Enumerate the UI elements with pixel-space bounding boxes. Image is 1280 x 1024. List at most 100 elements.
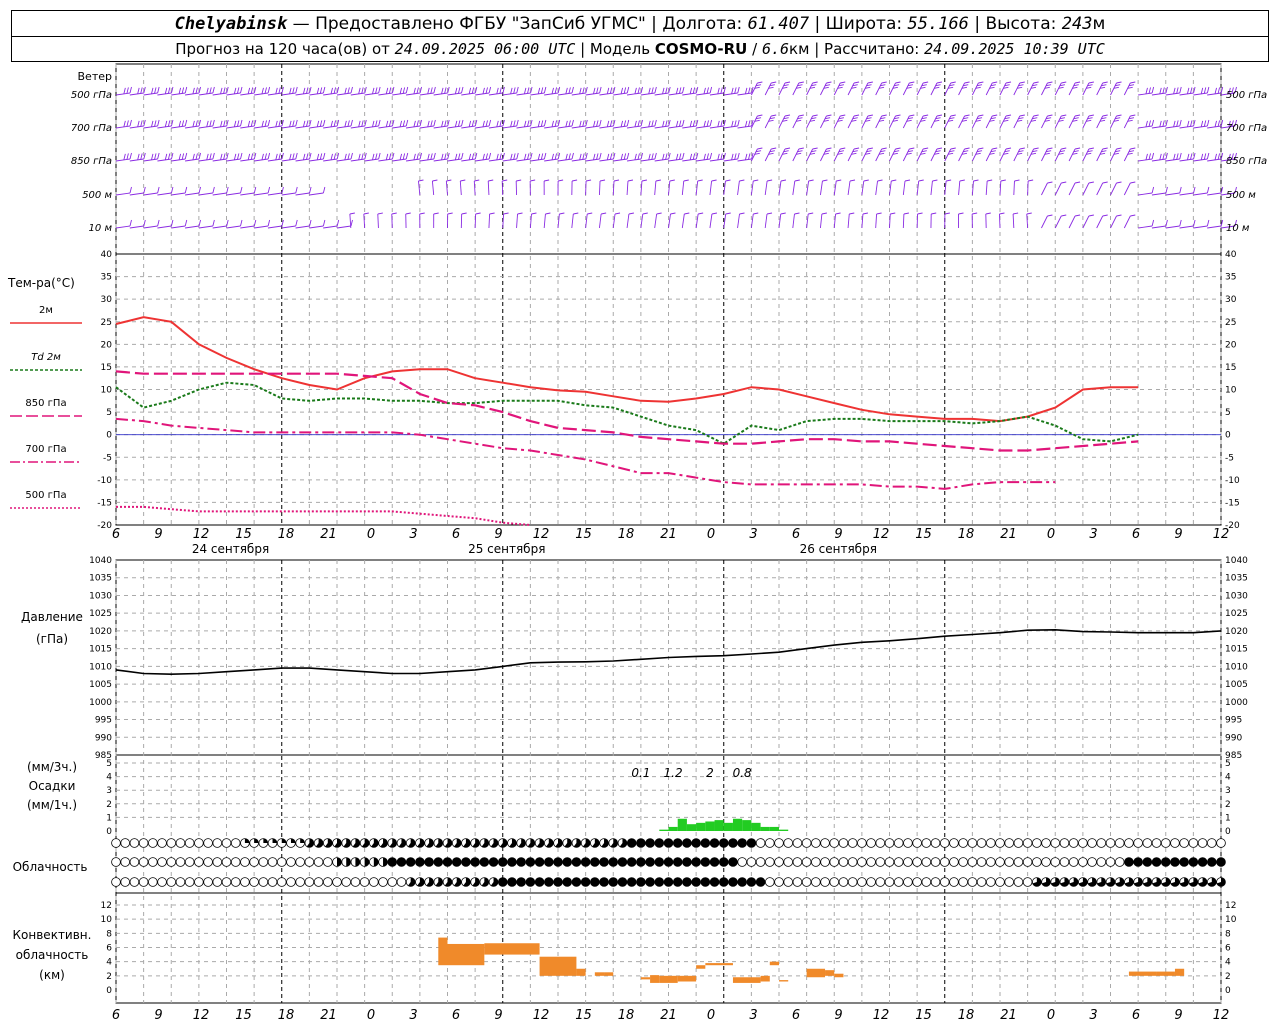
- wind-barb-feather: [233, 120, 237, 127]
- wind-barb-shaft: [475, 158, 490, 162]
- wind-barb-shaft: [1110, 82, 1117, 96]
- cloud-circle: [461, 857, 471, 867]
- wind-barb-shaft: [599, 158, 614, 162]
- wind-barb-feather: [978, 147, 984, 150]
- wind-barb-feather: [129, 186, 132, 194]
- wind-barb-feather: [527, 87, 530, 94]
- pressure-unit: (гПа): [36, 632, 68, 646]
- convective-bar: [594, 972, 605, 976]
- wind-barb-shaft: [958, 148, 965, 162]
- wind-barb-shaft: [792, 82, 800, 96]
- wind-barb-feather: [375, 120, 378, 127]
- wind-barb-shaft: [930, 115, 938, 129]
- wind-barb-feather: [247, 120, 251, 127]
- wind-barb-feather: [614, 212, 621, 215]
- cloud-circle: [746, 877, 757, 887]
- pressure-tick-left: 1020: [89, 627, 112, 637]
- wind-barb-shaft: [1151, 225, 1167, 229]
- cloud-circle: [203, 877, 213, 887]
- cloud-circle: [258, 877, 269, 887]
- wind-barb-feather: [1088, 214, 1094, 217]
- wind-barb-shaft: [129, 225, 144, 229]
- cloud-circle: [1188, 838, 1199, 848]
- wind-barb-feather: [223, 120, 226, 127]
- cloud-circle: [111, 857, 121, 867]
- cloud-circle: [967, 838, 978, 848]
- wind-barb-feather: [609, 120, 613, 127]
- hour-tick: 3: [409, 527, 417, 542]
- wind-barb-feather: [840, 147, 846, 150]
- wind-barb-feather: [347, 87, 350, 94]
- precip-bar: [659, 829, 669, 831]
- cloud-circle: [304, 857, 315, 867]
- wind-barb-shaft: [378, 92, 393, 96]
- cloud-circle: [184, 857, 195, 867]
- cloud-circle: [148, 857, 158, 867]
- hour-tick-bottom: 6: [452, 1008, 460, 1023]
- wind-barb-shaft: [544, 125, 559, 129]
- wind-barb-shaft: [295, 125, 310, 129]
- precip-tick-left: 5: [106, 759, 112, 769]
- cloud-circle: [958, 838, 968, 848]
- wind-barb-feather: [461, 212, 467, 215]
- wind-barb-shaft: [792, 115, 800, 129]
- wind-barb-feather: [895, 114, 901, 117]
- hour-tick: 6: [792, 527, 800, 542]
- wind-barb-feather: [1203, 87, 1207, 94]
- cloud-circle: [764, 877, 775, 887]
- cloud-circle: [562, 857, 573, 867]
- wind-barb-feather: [302, 87, 306, 94]
- wind-barb-feather: [302, 120, 306, 127]
- wind-barb-feather: [209, 120, 212, 127]
- wind-barb-shaft: [723, 158, 738, 162]
- wind-barb-shaft: [723, 92, 738, 96]
- cloud-circle: [1013, 857, 1024, 867]
- cloud-circle: [184, 877, 195, 887]
- cloud-sector: [290, 838, 296, 843]
- cloud-circle: [875, 877, 886, 887]
- cloud-circle: [875, 857, 886, 867]
- wind-barb-feather: [771, 81, 777, 84]
- wind-barb-feather: [999, 212, 1005, 215]
- wind-barb-feather: [306, 153, 309, 160]
- cloud-circle: [120, 877, 131, 887]
- wind-barb-feather: [808, 212, 814, 215]
- wind-barb-feather: [129, 119, 132, 127]
- wind-barb-feather: [496, 87, 499, 94]
- wind-barb-feather: [220, 87, 223, 94]
- cloud-circle: [203, 838, 213, 848]
- wind-barb-feather: [731, 87, 734, 94]
- wind-barb-feather: [1061, 81, 1067, 84]
- precip-tick-left: 3: [106, 786, 112, 796]
- convective-bar: [576, 968, 586, 976]
- wind-barb-feather: [461, 152, 464, 160]
- wind-barb-shaft: [364, 158, 379, 162]
- cloud-circle: [811, 857, 821, 867]
- wind-barb-feather: [405, 212, 411, 215]
- wind-barb-feather: [140, 120, 143, 127]
- wind-barb-shaft: [447, 92, 462, 96]
- wind-barb-feather: [322, 86, 326, 94]
- wind-barb-feather: [1148, 87, 1151, 94]
- wind-barb-feather: [319, 87, 323, 94]
- wind-barb-feather: [523, 120, 527, 127]
- conv-tick-right: 8: [1225, 929, 1231, 939]
- wind-barb-feather: [375, 153, 378, 160]
- wind-barb-shaft: [1013, 115, 1021, 129]
- wind-barb-feather: [413, 120, 416, 127]
- wind-barb-feather: [184, 152, 188, 160]
- wind-barb-shaft: [1138, 192, 1153, 196]
- wind-barb-feather: [706, 87, 709, 94]
- cloud-circle: [718, 877, 729, 887]
- wind-barb-shaft: [598, 180, 601, 196]
- wind-barb-feather: [405, 152, 409, 160]
- wind-barb-feather: [571, 119, 574, 127]
- wind-barb-shaft: [1096, 82, 1104, 96]
- wind-barb-feather: [488, 179, 494, 182]
- wind-barb-feather: [734, 153, 737, 160]
- wind-barb-shaft: [1193, 92, 1208, 96]
- wind-barb-feather: [1173, 120, 1176, 127]
- precip-bar: [677, 818, 687, 831]
- wind-barb-feather: [1014, 179, 1020, 182]
- wind-barb-feather: [126, 120, 129, 127]
